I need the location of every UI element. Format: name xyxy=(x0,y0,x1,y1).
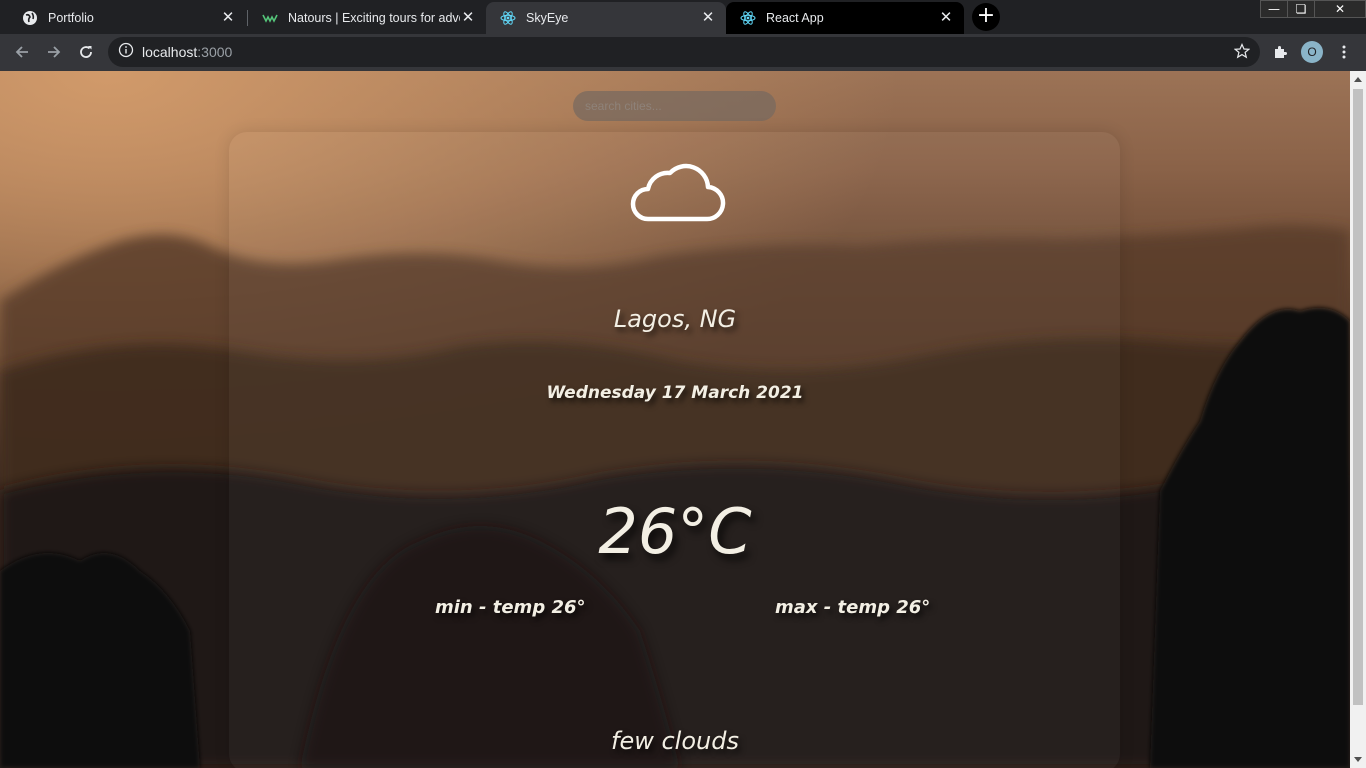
tab-natours[interactable]: Natours | Exciting tours for adventurous… xyxy=(248,2,486,34)
address-bar[interactable]: localhost:3000 xyxy=(108,37,1260,67)
close-tab-icon[interactable]: ✕ xyxy=(460,10,476,26)
globe-icon xyxy=(22,10,38,26)
bookmark-star-icon[interactable] xyxy=(1233,43,1251,63)
forward-arrow-icon[interactable] xyxy=(42,40,66,64)
scrollbar-thumb[interactable] xyxy=(1353,89,1363,705)
new-tab-button[interactable]: + xyxy=(972,3,1000,31)
weather-card xyxy=(229,132,1120,768)
close-tab-icon[interactable]: ✕ xyxy=(220,10,236,26)
extensions-puzzle-icon[interactable] xyxy=(1268,40,1292,64)
tab-title: SkyEye xyxy=(526,11,569,25)
tab-title: React App xyxy=(766,11,824,25)
natours-logo-icon xyxy=(262,10,278,26)
weather-description: few clouds xyxy=(611,727,739,755)
url-port: :3000 xyxy=(197,44,233,60)
city-name: Lagos, NG xyxy=(613,305,737,333)
back-arrow-icon[interactable] xyxy=(10,40,34,64)
max-temperature: max - temp 26° xyxy=(775,597,931,618)
profile-initial: O xyxy=(1301,41,1323,63)
info-icon[interactable] xyxy=(118,42,134,62)
reload-icon[interactable] xyxy=(74,40,98,64)
tab-title: Portfolio xyxy=(48,11,94,25)
min-temperature: min - temp 26° xyxy=(435,597,586,618)
scroll-up-arrow-icon[interactable] xyxy=(1354,77,1362,82)
current-date: Wednesday 17 March 2021 xyxy=(546,383,804,403)
close-tab-icon[interactable]: ✕ xyxy=(700,10,716,26)
page-viewport: Lagos, NG Wednesday 17 March 2021 26°C m… xyxy=(0,71,1350,768)
tab-portfolio[interactable]: Portfolio ✕ xyxy=(8,2,246,34)
tab-strip: Portfolio ✕ Natours | Exciting tours for… xyxy=(0,0,1366,34)
search-cities-input[interactable] xyxy=(573,91,776,121)
tab-react-app[interactable]: React App ✕ xyxy=(726,2,964,34)
close-tab-icon[interactable]: ✕ xyxy=(938,10,954,26)
react-logo-icon xyxy=(740,10,756,26)
vertical-scrollbar[interactable] xyxy=(1350,71,1366,768)
tab-title: Natours | Exciting tours for adventurous… xyxy=(288,11,460,25)
url-host: localhost xyxy=(142,44,198,60)
restore-window-icon[interactable]: ❏ xyxy=(1287,0,1315,18)
react-logo-icon xyxy=(500,10,516,26)
menu-kebab-icon[interactable] xyxy=(1332,40,1356,64)
scroll-down-arrow-icon[interactable] xyxy=(1354,757,1362,762)
current-temperature: 26°C xyxy=(598,495,752,568)
browser-toolbar: localhost:3000 O xyxy=(0,34,1366,71)
close-window-icon[interactable]: ✕ xyxy=(1314,0,1366,18)
profile-avatar[interactable]: O xyxy=(1300,40,1324,64)
minimize-window-icon[interactable]: — xyxy=(1260,0,1288,18)
tab-skyeye[interactable]: SkyEye ✕ xyxy=(486,2,726,34)
cloud-icon xyxy=(626,155,726,227)
url-text: localhost:3000 xyxy=(142,44,232,60)
